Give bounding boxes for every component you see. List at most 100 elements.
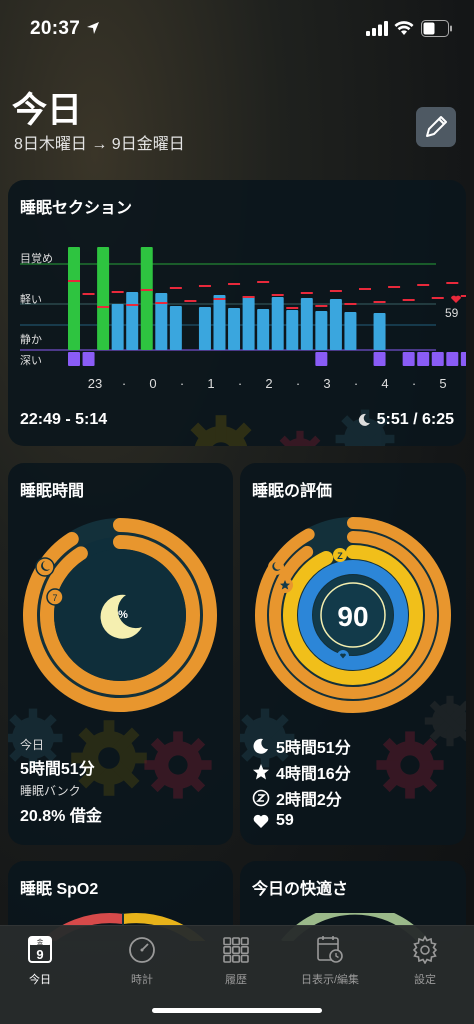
heart-rate-marker: [271, 294, 284, 296]
heart-rate-marker: [126, 304, 139, 306]
heart-rate-marker: [111, 291, 124, 293]
sleep-score-value: 90: [337, 601, 368, 632]
duration-ratio-text: 5:51 / 6:25: [376, 411, 454, 428]
bar-deep: [417, 352, 430, 366]
tab-today[interactable]: 金 9 今日: [0, 931, 80, 991]
heart-rate-marker: [373, 301, 386, 303]
sleep-bank-label: 睡眠バンク: [20, 784, 81, 798]
calendar-day-icon: 金 9: [28, 936, 52, 963]
bar-deep: [82, 352, 95, 366]
date-range-subtitle: 8日木曜日 → 9日金曜日: [14, 136, 185, 153]
bar-light: [155, 293, 168, 350]
moon-icon: [253, 738, 268, 754]
bar-light: [126, 292, 139, 350]
bar-light: [213, 295, 226, 350]
bar-light: [344, 312, 357, 350]
bar-deep: [446, 352, 459, 366]
bar-light: [242, 296, 255, 350]
star-icon: [253, 764, 269, 780]
heart-rate-marker: [169, 287, 182, 289]
tab-label: 日表示/編集: [300, 974, 360, 986]
clock-icon: [129, 937, 155, 963]
bar-awake: [97, 247, 110, 350]
bar-light: [373, 313, 386, 350]
score-row-value: 5時間51分: [276, 740, 351, 757]
sleep-score-card[interactable]: 睡眠の評価 90 Z 5時間51分 4時間16分 2時間2分 59: [240, 463, 466, 845]
heart-rate-marker: [82, 293, 95, 295]
gear-icon: [412, 935, 438, 964]
x-axis-tick-label: 4: [381, 376, 389, 391]
sleep-time-rings: % 7: [23, 518, 217, 712]
spo2-title: 睡眠 SpO2: [20, 881, 99, 898]
sleep-score-title: 睡眠の評価: [252, 483, 333, 500]
wifi-icon: [394, 21, 414, 35]
heart-rate-value: 59: [445, 306, 459, 320]
zzz-icon: [252, 789, 270, 807]
sleep-time-card[interactable]: 睡眠時間 % 7 今日 5時間51分 睡眠バンク 20.8% 借金: [8, 463, 233, 845]
x-axis-tick-label: ·: [295, 376, 301, 391]
sleep-time-range: 22:49 - 5:14: [20, 411, 108, 428]
small-ring-badge: 7: [52, 593, 57, 603]
bar-light: [257, 309, 270, 350]
bar-deep: [431, 352, 444, 366]
heart-rate-marker: [184, 300, 197, 302]
heart-rate-marker: [68, 280, 80, 282]
heart-rate-marker: [359, 288, 371, 290]
score-row-value: 2時間2分: [276, 792, 342, 809]
heart-rate-marker: [242, 296, 255, 298]
page-title: 今日: [12, 91, 83, 130]
x-axis-tick-label: 3: [323, 376, 331, 391]
x-axis-tick-label: 5: [439, 376, 447, 391]
x-axis-tick-label: 23: [87, 376, 103, 391]
heart-rate-marker: [300, 292, 313, 294]
tab-label: 時計: [131, 974, 153, 986]
heart-icon: [253, 814, 269, 828]
gear-decoration-icon: [190, 415, 252, 446]
tab-history[interactable]: 履歴: [196, 931, 276, 991]
heart-rate-marker: [213, 298, 226, 300]
cellular-signal-icon: [366, 21, 388, 36]
heart-rate-marker: [344, 303, 357, 305]
score-row-zzz: 2時間2分: [252, 786, 342, 810]
heart-icon: [451, 295, 461, 303]
score-row-star: 4時間16分: [252, 760, 351, 784]
tab-label: 今日: [29, 974, 51, 986]
sleep-stage-chart: [20, 247, 466, 366]
bar-deep: [402, 352, 415, 366]
tab-label: 設定: [414, 974, 436, 986]
home-indicator: [152, 1008, 322, 1013]
calendar-day-number: 9: [36, 947, 43, 962]
bar-deep: [315, 352, 328, 366]
x-axis-tick-label: ·: [237, 376, 243, 391]
heart-rate-marker: [198, 285, 211, 287]
pencil-icon: [426, 116, 447, 137]
sleep-score-rings: 90 Z: [255, 517, 451, 713]
tab-label: 履歴: [225, 974, 247, 986]
x-axis-tick-label: ·: [121, 376, 127, 391]
heart-rate-marker: [286, 307, 299, 309]
comfort-title: 今日の快適さ: [252, 881, 349, 898]
heart-rate-marker: [257, 281, 270, 283]
heart-rate-marker: [446, 282, 459, 284]
tab-settings[interactable]: 設定: [385, 931, 465, 991]
edit-button[interactable]: [416, 107, 456, 147]
moon-score-marker: [268, 559, 284, 575]
heart-rate-marker: [388, 286, 401, 288]
heart-rate-marker: [228, 283, 241, 285]
status-time: 20:37: [30, 18, 81, 39]
bar-awake: [68, 247, 80, 350]
bar-light: [198, 307, 211, 350]
tab-day-view-edit[interactable]: 日表示/編集: [290, 931, 370, 991]
score-row-value: 4時間16分: [276, 766, 351, 783]
bar-deep: [68, 352, 80, 366]
score-row-value: 59: [276, 812, 294, 829]
sleep-bank-value: 20.8% 借金: [20, 808, 102, 825]
score-row-moon: 5時間51分: [252, 734, 351, 758]
today-value: 5時間51分: [20, 761, 95, 778]
sleep-section-card[interactable]: 睡眠セクション 目覚め 軽い 静か 深い 23 · 0 · 1 · 2 · 3 · 4 · 5 59 2…: [8, 180, 466, 446]
bar-light: [329, 299, 342, 350]
heart-rate-marker: [431, 297, 444, 299]
x-axis-tick-label: ·: [179, 376, 185, 391]
tab-clock[interactable]: 時計: [102, 931, 182, 991]
heart-rate-marker: [460, 295, 466, 297]
